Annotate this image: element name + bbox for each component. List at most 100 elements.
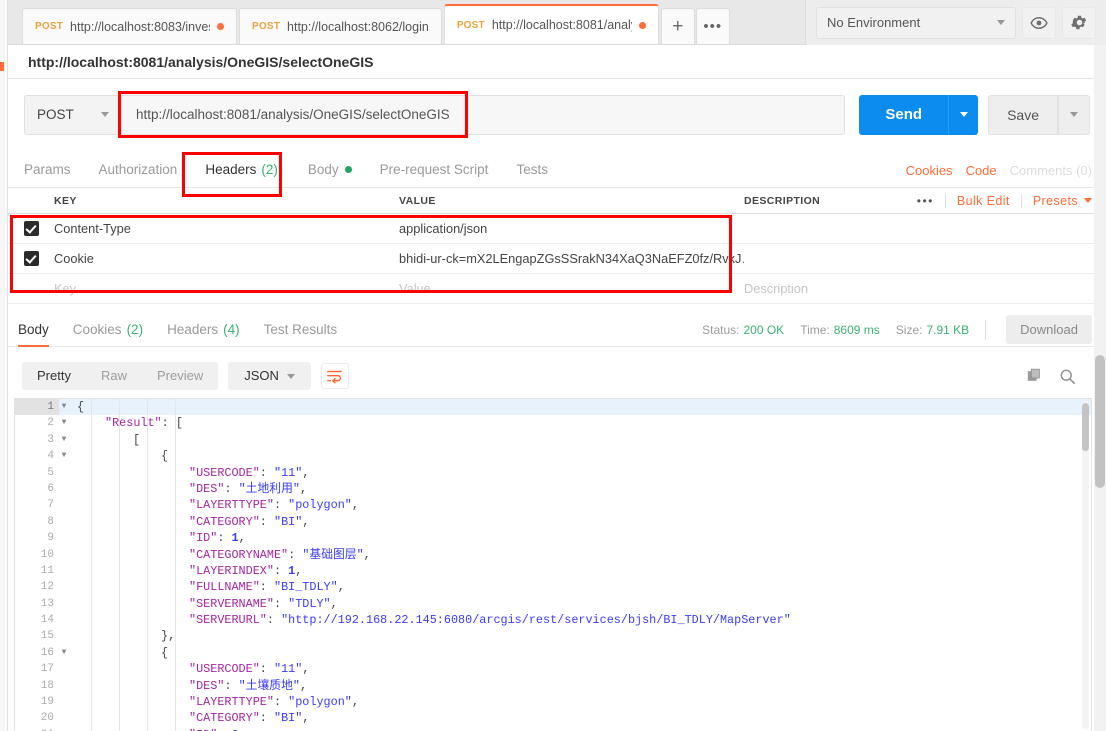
tab-headers[interactable]: Headers (2): [205, 152, 278, 188]
save-options-button[interactable]: [1058, 94, 1090, 135]
code-line: 3 ▼ [: [15, 431, 1091, 449]
code-line: 4 ▼ {: [15, 448, 1091, 465]
response-tab-test-results[interactable]: Test Results: [264, 312, 338, 347]
code-line: 11 "LAYERINDEX": 1,: [15, 562, 1091, 580]
code-line: 17 "USERCODE": "11",: [15, 661, 1091, 678]
tab-body[interactable]: Body: [308, 152, 352, 188]
request-tab-2[interactable]: POST http://localhost:8062/login: [239, 8, 442, 44]
comments-link[interactable]: Comments (0): [1010, 163, 1092, 178]
response-size-value: 7.91 KB: [926, 322, 970, 337]
editor-scrollbar-thumb[interactable]: [1082, 403, 1089, 451]
code-line-number: 1: [15, 399, 59, 416]
code-line-text: },: [161, 629, 176, 644]
copy-icon[interactable]: [1027, 368, 1043, 384]
chevron-down-icon: [1084, 198, 1092, 203]
code-line-text: "USERCODE": "11",: [189, 465, 310, 480]
response-body-editor[interactable]: 1 ▼{2 ▼ "Result": [3 ▼[4 ▼{5 "USERCODE": "11",…: [14, 398, 1092, 731]
code-line: 5 "USERCODE": "11",: [15, 464, 1091, 481]
headers-more-button[interactable]: •••: [917, 194, 934, 208]
presets-button[interactable]: Presets: [1033, 194, 1092, 208]
header-key[interactable]: Content-Type: [54, 221, 399, 236]
code-line: 2 ▼ "Result": [: [15, 415, 1091, 432]
request-tab-1[interactable]: POST http://localhost:8083/investigat: [22, 8, 237, 44]
response-language-select[interactable]: JSON: [228, 362, 311, 390]
response-body-code[interactable]: 1 ▼{2 ▼ "Result": [3 ▼[4 ▼{5 "USERCODE": "11",…: [15, 399, 1091, 731]
fold-toggle-icon[interactable]: ▼: [59, 448, 69, 464]
left-rail-indicator: [0, 62, 4, 71]
code-line-number: 19: [15, 694, 59, 711]
code-line-text: "LAYERTTYPE": "polygon",: [189, 498, 359, 513]
response-tab-cookies[interactable]: Cookies (2): [73, 312, 143, 347]
new-header-value-input[interactable]: Value: [399, 281, 744, 296]
request-title: http://localhost:8081/analysis/OneGIS/se…: [8, 46, 1106, 79]
tab-options-button[interactable]: •••: [695, 8, 730, 44]
tab-params[interactable]: Params: [24, 152, 71, 188]
header-value[interactable]: bhidi-ur-ck=mX2LEngapZGsSSrakN34XaQ3NaEF…: [399, 251, 744, 266]
code-line: 13 "SERVERNAME": "TDLY",: [15, 595, 1091, 613]
bulk-edit-button[interactable]: Bulk Edit: [957, 194, 1010, 208]
view-mode-preview[interactable]: Preview: [142, 362, 218, 390]
view-mode-pretty[interactable]: Pretty: [22, 362, 86, 390]
header-row-new[interactable]: Key Value Description: [8, 274, 1106, 304]
environment-quick-look-button[interactable]: [1022, 6, 1056, 39]
code-line-number: 5: [15, 464, 59, 481]
send-options-button[interactable]: [948, 94, 979, 135]
tab-authorization[interactable]: Authorization: [99, 152, 178, 188]
header-row-cookie[interactable]: Cookie bhidi-ur-ck=mX2LEngapZGsSSrakN34X…: [8, 244, 1106, 274]
code-line-text: {: [161, 645, 169, 660]
fold-toggle-icon[interactable]: ▼: [59, 645, 69, 661]
page-scrollbar[interactable]: [1094, 45, 1106, 731]
header-key[interactable]: Cookie: [54, 251, 399, 266]
tab-headers-count: (2): [261, 162, 278, 177]
response-tab-body[interactable]: Body: [18, 312, 49, 347]
code-line-text: [: [133, 432, 141, 447]
code-line-text: "ID": 1,: [189, 531, 246, 546]
page-scrollbar-thumb[interactable]: [1095, 355, 1105, 488]
fold-toggle-icon[interactable]: ▼: [59, 432, 69, 448]
code-line-number: 8: [15, 513, 59, 531]
editor-scrollbar[interactable]: [1082, 401, 1089, 729]
word-wrap-button[interactable]: [320, 363, 349, 389]
request-tab-2-method: POST: [252, 21, 281, 32]
tab-tests[interactable]: Tests: [516, 152, 548, 188]
view-mode-raw[interactable]: Raw: [86, 362, 142, 390]
save-button[interactable]: Save: [988, 94, 1058, 135]
header-row-checkbox[interactable]: [8, 251, 54, 266]
cookies-link[interactable]: Cookies: [906, 163, 953, 178]
environment-select[interactable]: No Environment: [816, 6, 1016, 39]
header-row-content-type[interactable]: Content-Type application/json: [8, 214, 1106, 244]
download-button[interactable]: Download: [1006, 315, 1092, 344]
response-status-label: Status:: [702, 322, 740, 337]
code-link[interactable]: Code: [966, 163, 997, 178]
eye-icon: [1030, 16, 1048, 29]
settings-button[interactable]: [1062, 6, 1096, 39]
search-icon[interactable]: [1059, 368, 1076, 385]
code-line-text: "DES": "土壤质地",: [189, 678, 308, 693]
send-button[interactable]: Send: [859, 94, 949, 135]
fold-toggle-icon[interactable]: ▼: [59, 399, 69, 415]
chevron-down-icon: [101, 112, 109, 117]
url-input[interactable]: http://localhost:8081/analysis/OneGIS/se…: [122, 94, 846, 135]
tab-pre-request-script[interactable]: Pre-request Script: [380, 152, 489, 188]
code-line: 21 "ID": 2,: [15, 726, 1091, 731]
response-tab-headers[interactable]: Headers (4): [167, 312, 240, 347]
code-line-text: "CATEGORYNAME": "基础图层",: [189, 547, 371, 562]
header-value[interactable]: application/json: [399, 221, 744, 236]
new-header-key-input[interactable]: Key: [54, 281, 399, 296]
code-line-number: 13: [15, 595, 59, 613]
request-tab-3[interactable]: POST http://localhost:8081/analysis/C: [443, 4, 659, 44]
code-line-number: 14: [15, 612, 59, 629]
code-line-number: 7: [15, 497, 59, 514]
new-header-description-input[interactable]: Description: [744, 281, 1106, 296]
http-method-select[interactable]: POST: [24, 94, 122, 135]
fold-toggle-icon[interactable]: ▼: [59, 415, 69, 431]
new-tab-button[interactable]: +: [660, 8, 695, 44]
header-row-checkbox[interactable]: [8, 221, 54, 236]
chevron-down-icon: [1070, 112, 1078, 117]
